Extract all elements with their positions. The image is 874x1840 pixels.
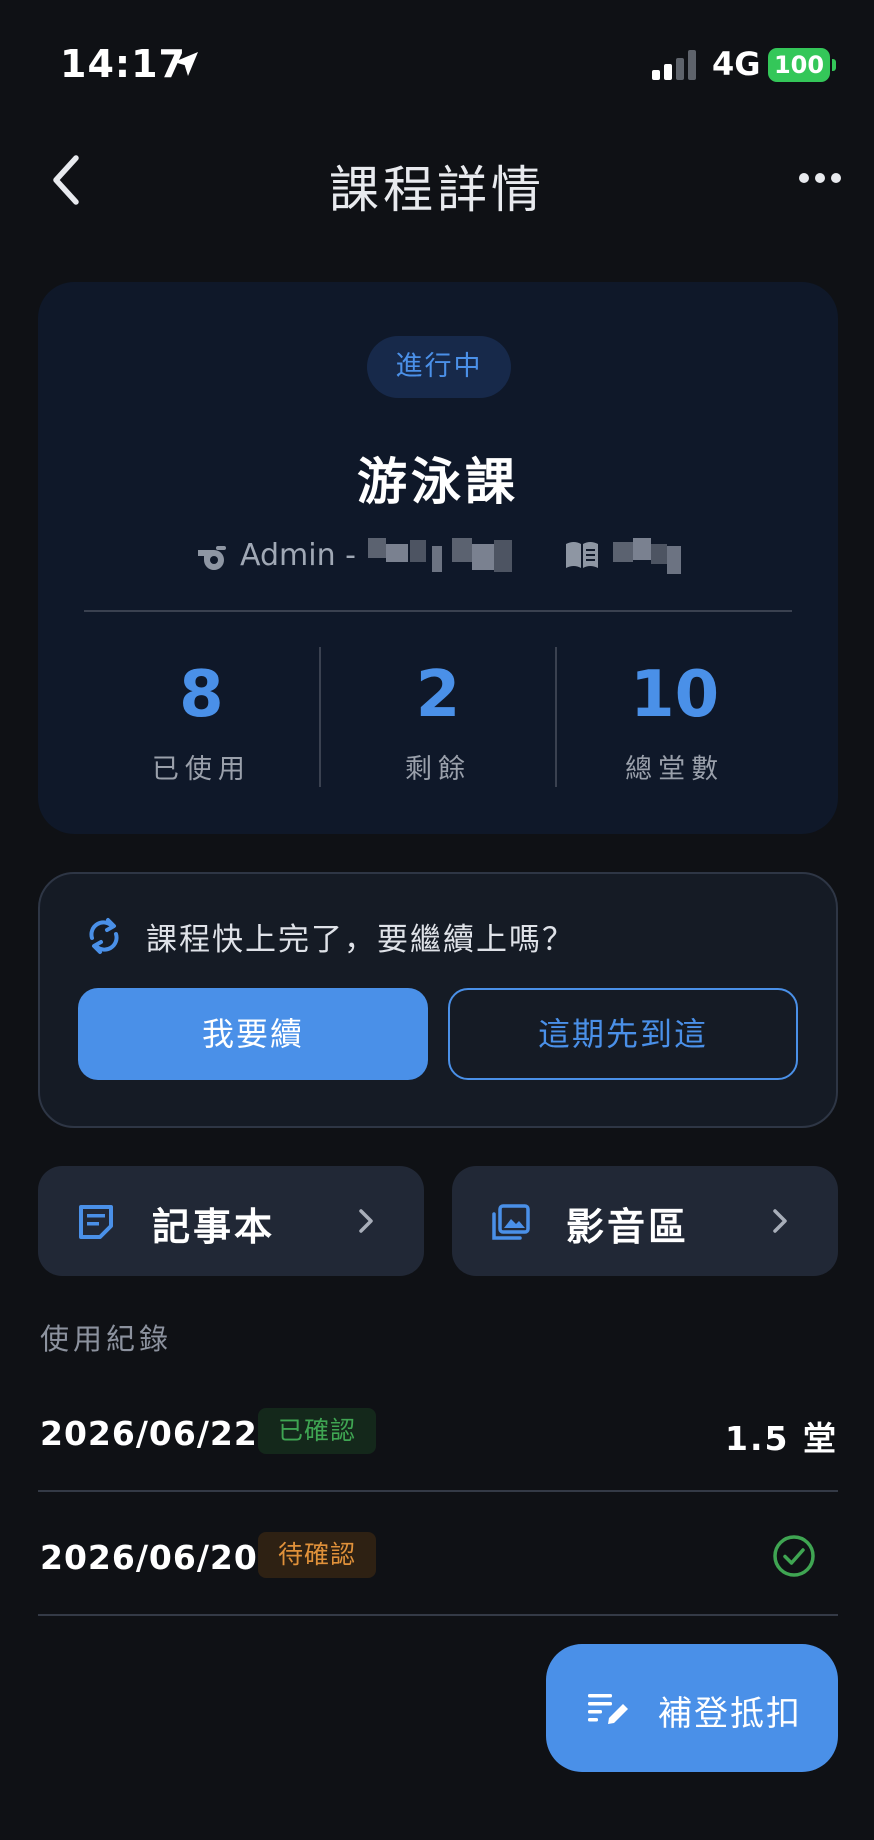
renew-prompt: 課程快上完了，要繼續上嗎？ [146,922,575,958]
status-badge: 進行中 [367,336,511,398]
status-bar: 14:17 4G 100 [0,0,874,130]
lesson-stats: 8 已使用 2 剩餘 10 總堂數 [84,647,792,787]
record-date: 2026/06/20 [40,1538,258,1577]
renew-card: 課程快上完了，要繼續上嗎？ 我要續 這期先到這 [38,872,838,1128]
status-badge: 已確認 [258,1408,376,1454]
nav-bar: 課程詳情 [0,130,874,230]
more-icon[interactable] [798,168,842,188]
decline-renew-button[interactable]: 這期先到這 [448,988,798,1080]
page-title: 課程詳情 [329,161,545,219]
stat-value: 10 [630,658,720,732]
table-row[interactable]: 2026/06/20 待確認 [38,1496,838,1616]
signal-icon [652,50,696,80]
battery-level: 100 [773,51,825,79]
photo-library-icon [492,1204,530,1240]
stat-label: 總堂數 [625,754,725,785]
edit-list-icon [588,1694,628,1724]
chevron-right-icon [359,1209,373,1233]
notes-icon [79,1205,113,1239]
stat-value: 2 [415,658,461,732]
tile-label: 影音區 [566,1205,690,1249]
record-amount: 1.5 堂 [725,1419,838,1458]
notes-tile[interactable]: 記事本 [38,1166,424,1276]
status-badge: 待確認 [258,1532,376,1578]
media-tile[interactable]: 影音區 [452,1166,838,1276]
status-time: 14:17 [60,42,186,86]
stat-value: 8 [179,658,224,732]
stat-total: 10 總堂數 [555,647,792,787]
redacted-coach [368,538,512,572]
table-row[interactable]: 2026/06/22 已確認 1.5 堂 [38,1372,838,1492]
renew-button[interactable]: 我要續 [78,988,428,1080]
course-meta: Admin - [38,532,838,582]
check-circle-icon[interactable] [772,1534,816,1578]
divider [84,610,792,612]
refresh-icon [89,918,119,954]
tile-label: 記事本 [152,1205,276,1249]
section-title: 使用紀錄 [40,1322,173,1356]
whistle-icon [198,546,226,570]
course-summary-card: 進行中 游泳課 Admin - 8 已使用 2 剩餘 10 總堂數 [38,282,838,834]
stat-label: 已使用 [151,754,251,785]
course-title: 游泳課 [357,453,519,511]
redacted-course [613,538,681,574]
backfill-deduct-button[interactable]: 補登抵扣 [546,1644,838,1772]
location-arrow-icon [174,52,198,76]
battery-cap [832,59,836,71]
battery-icon: 100 [768,48,830,82]
fab-label: 補登抵扣 [658,1694,802,1734]
stat-used: 8 已使用 [84,647,319,787]
stat-remaining: 2 剩餘 [318,647,556,787]
stat-label: 剩餘 [405,754,471,785]
network-type: 4G [712,45,761,83]
chevron-right-icon [773,1209,787,1233]
coach-name: Admin - [240,538,356,573]
book-icon [566,542,598,568]
record-date: 2026/06/22 [40,1414,258,1453]
